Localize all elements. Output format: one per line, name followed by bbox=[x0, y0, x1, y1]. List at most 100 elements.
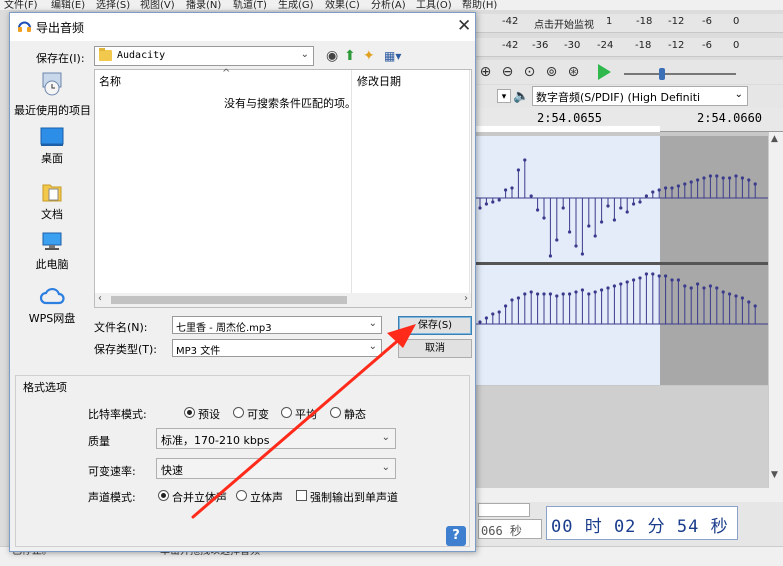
place-documents[interactable]: 文档 bbox=[14, 181, 90, 222]
scroll-right-icon[interactable]: › bbox=[464, 293, 468, 304]
audio-position-display[interactable]: 00 时 02 分 54 秒 bbox=[546, 506, 738, 540]
bitrate-average-radio[interactable] bbox=[281, 407, 292, 418]
menu-file[interactable]: 文件(F) bbox=[4, 0, 38, 10]
quality-select[interactable]: 标准，170-210 kbps ⌄ bbox=[156, 428, 396, 449]
filename-input[interactable]: 七里香 - 周杰伦.mp3 ⌄ bbox=[172, 316, 382, 334]
scroll-up-icon[interactable]: ▲ bbox=[771, 134, 778, 144]
sample-point bbox=[619, 206, 623, 210]
channel-joint-stereo-label[interactable]: 合并立体声 bbox=[172, 489, 227, 505]
bitrate-constant-label[interactable]: 静态 bbox=[344, 406, 366, 422]
selection-format-select[interactable] bbox=[478, 503, 530, 517]
fit-selection-icon[interactable]: ⊙ bbox=[520, 63, 539, 82]
menu-edit[interactable]: 编辑(E) bbox=[51, 0, 85, 10]
place-this-pc[interactable]: 此电脑 bbox=[14, 231, 90, 272]
play-at-speed-icon[interactable] bbox=[598, 64, 611, 80]
fit-project-icon[interactable]: ⊚ bbox=[542, 63, 561, 82]
menu-view[interactable]: 视图(V) bbox=[140, 0, 175, 10]
selection-end-field[interactable]: 066 秒 bbox=[478, 519, 542, 539]
bitrate-variable-label[interactable]: 可变 bbox=[247, 406, 269, 422]
sample-point bbox=[715, 286, 719, 290]
bitrate-preset-label[interactable]: 预设 bbox=[198, 406, 220, 422]
sample-point bbox=[612, 218, 616, 222]
sample-point bbox=[644, 194, 648, 198]
menu-analyze[interactable]: 分析(A) bbox=[371, 0, 406, 10]
menu-effect[interactable]: 效果(C) bbox=[325, 0, 360, 10]
vbr-speed-select[interactable]: 快速 ⌄ bbox=[156, 458, 396, 479]
recording-meter[interactable]: -42 点击开始监视 1 -18 -12 -6 0 bbox=[476, 14, 783, 33]
places-bar: 最近使用的项目 桌面 文档 此电脑 WPS网盘 bbox=[14, 71, 91, 331]
place-label: WPS网盘 bbox=[28, 312, 76, 325]
dialog-titlebar[interactable]: 导出音频 ✕ bbox=[10, 13, 475, 41]
sample-point bbox=[721, 176, 725, 180]
host-dropdown-arrow-icon[interactable]: ▾ bbox=[497, 89, 511, 103]
filetype-select[interactable]: MP3 文件 ⌄ bbox=[172, 339, 382, 357]
sample-point bbox=[491, 312, 495, 316]
channel-stereo-label[interactable]: 立体声 bbox=[250, 489, 283, 505]
channel-stereo-radio[interactable] bbox=[236, 490, 247, 501]
force-mono-checkbox[interactable] bbox=[296, 490, 307, 501]
menu-generate[interactable]: 生成(G) bbox=[278, 0, 314, 10]
scroll-down-icon[interactable]: ▼ bbox=[771, 470, 778, 480]
sample-point bbox=[728, 176, 732, 180]
cancel-button[interactable]: 取消 bbox=[398, 339, 472, 358]
chevron-down-icon: ⌄ bbox=[381, 462, 390, 473]
help-icon[interactable]: ? bbox=[446, 526, 466, 546]
output-device-select[interactable]: 数字音频(S/PDIF) (High Definiti ⌄ bbox=[532, 86, 748, 106]
sample-point bbox=[664, 186, 668, 190]
bitrate-preset-radio[interactable] bbox=[184, 407, 195, 418]
sample-point bbox=[555, 238, 559, 242]
sample-point bbox=[555, 294, 559, 298]
meter-monitor-hint[interactable]: 点击开始监视 bbox=[534, 16, 594, 31]
sample-point bbox=[523, 292, 527, 296]
back-icon[interactable]: ◉ bbox=[326, 48, 338, 64]
place-wps-cloud[interactable]: WPS网盘 bbox=[14, 285, 90, 326]
zoom-out-icon[interactable]: ⊖ bbox=[498, 63, 517, 82]
zoom-toggle-icon[interactable]: ⊛ bbox=[564, 63, 583, 82]
file-list-scrollbar[interactable]: ‹ › bbox=[95, 293, 471, 307]
bitrate-variable-radio[interactable] bbox=[233, 407, 244, 418]
folder-icon bbox=[99, 48, 112, 61]
sample-point bbox=[529, 194, 533, 198]
place-recent[interactable]: 最近使用的项目 bbox=[14, 71, 91, 118]
sample-point bbox=[708, 174, 712, 178]
menu-tracks[interactable]: 轨道(T) bbox=[233, 0, 267, 10]
column-header-name[interactable]: 名称 bbox=[99, 73, 121, 89]
meter-scale-label: 0 bbox=[733, 16, 740, 27]
sample-point bbox=[734, 294, 738, 298]
zoom-in-icon[interactable]: ⊕ bbox=[476, 63, 495, 82]
play-speed-slider[interactable] bbox=[659, 68, 665, 80]
column-header-date[interactable]: 修改日期 bbox=[357, 73, 401, 89]
sample-point bbox=[702, 176, 706, 180]
close-icon[interactable]: ✕ bbox=[457, 16, 471, 36]
menu-tools[interactable]: 工具(O) bbox=[416, 0, 452, 10]
place-desktop[interactable]: 桌面 bbox=[14, 127, 90, 166]
menu-help[interactable]: 帮助(H) bbox=[462, 0, 497, 10]
channel-joint-stereo-radio[interactable] bbox=[158, 490, 169, 501]
sample-point bbox=[696, 282, 700, 286]
save-in-value: Audacity bbox=[117, 50, 166, 61]
waveform-samples[interactable] bbox=[476, 136, 768, 385]
menu-select[interactable]: 选择(S) bbox=[96, 0, 130, 10]
bitrate-constant-radio[interactable] bbox=[330, 407, 341, 418]
force-mono-label[interactable]: 强制输出到单声道 bbox=[310, 489, 398, 505]
quality-value: 标准，170-210 kbps bbox=[161, 434, 270, 447]
bitrate-average-label[interactable]: 平均 bbox=[295, 406, 317, 422]
save-in-select[interactable]: Audacity ⌄ bbox=[94, 46, 314, 66]
playback-meter[interactable]: -42 -36 -30 -24 -18 -12 -6 0 bbox=[476, 38, 783, 57]
horizontal-scrollbar[interactable] bbox=[476, 488, 783, 502]
scroll-thumb[interactable] bbox=[111, 296, 347, 304]
sample-point bbox=[696, 178, 700, 182]
chevron-down-icon[interactable]: ⌄ bbox=[369, 318, 377, 329]
sample-point bbox=[740, 296, 744, 300]
scroll-left-icon[interactable]: ‹ bbox=[98, 293, 102, 304]
sample-point bbox=[728, 292, 732, 296]
save-button[interactable]: 保存(S) bbox=[398, 316, 472, 335]
vertical-scrollbar[interactable]: ▲ ▼ bbox=[768, 132, 783, 488]
menu-transport[interactable]: 播录(N) bbox=[186, 0, 221, 10]
sample-point bbox=[721, 290, 725, 294]
file-list[interactable]: 名称 ^ 修改日期 没有与搜索条件匹配的项。 ‹ › bbox=[94, 68, 472, 308]
place-label: 此电脑 bbox=[35, 258, 69, 271]
new-folder-icon[interactable]: ✦ bbox=[363, 48, 375, 64]
view-menu-icon[interactable]: ▦▾ bbox=[384, 48, 401, 64]
up-folder-icon[interactable]: ⬆ bbox=[344, 48, 356, 64]
